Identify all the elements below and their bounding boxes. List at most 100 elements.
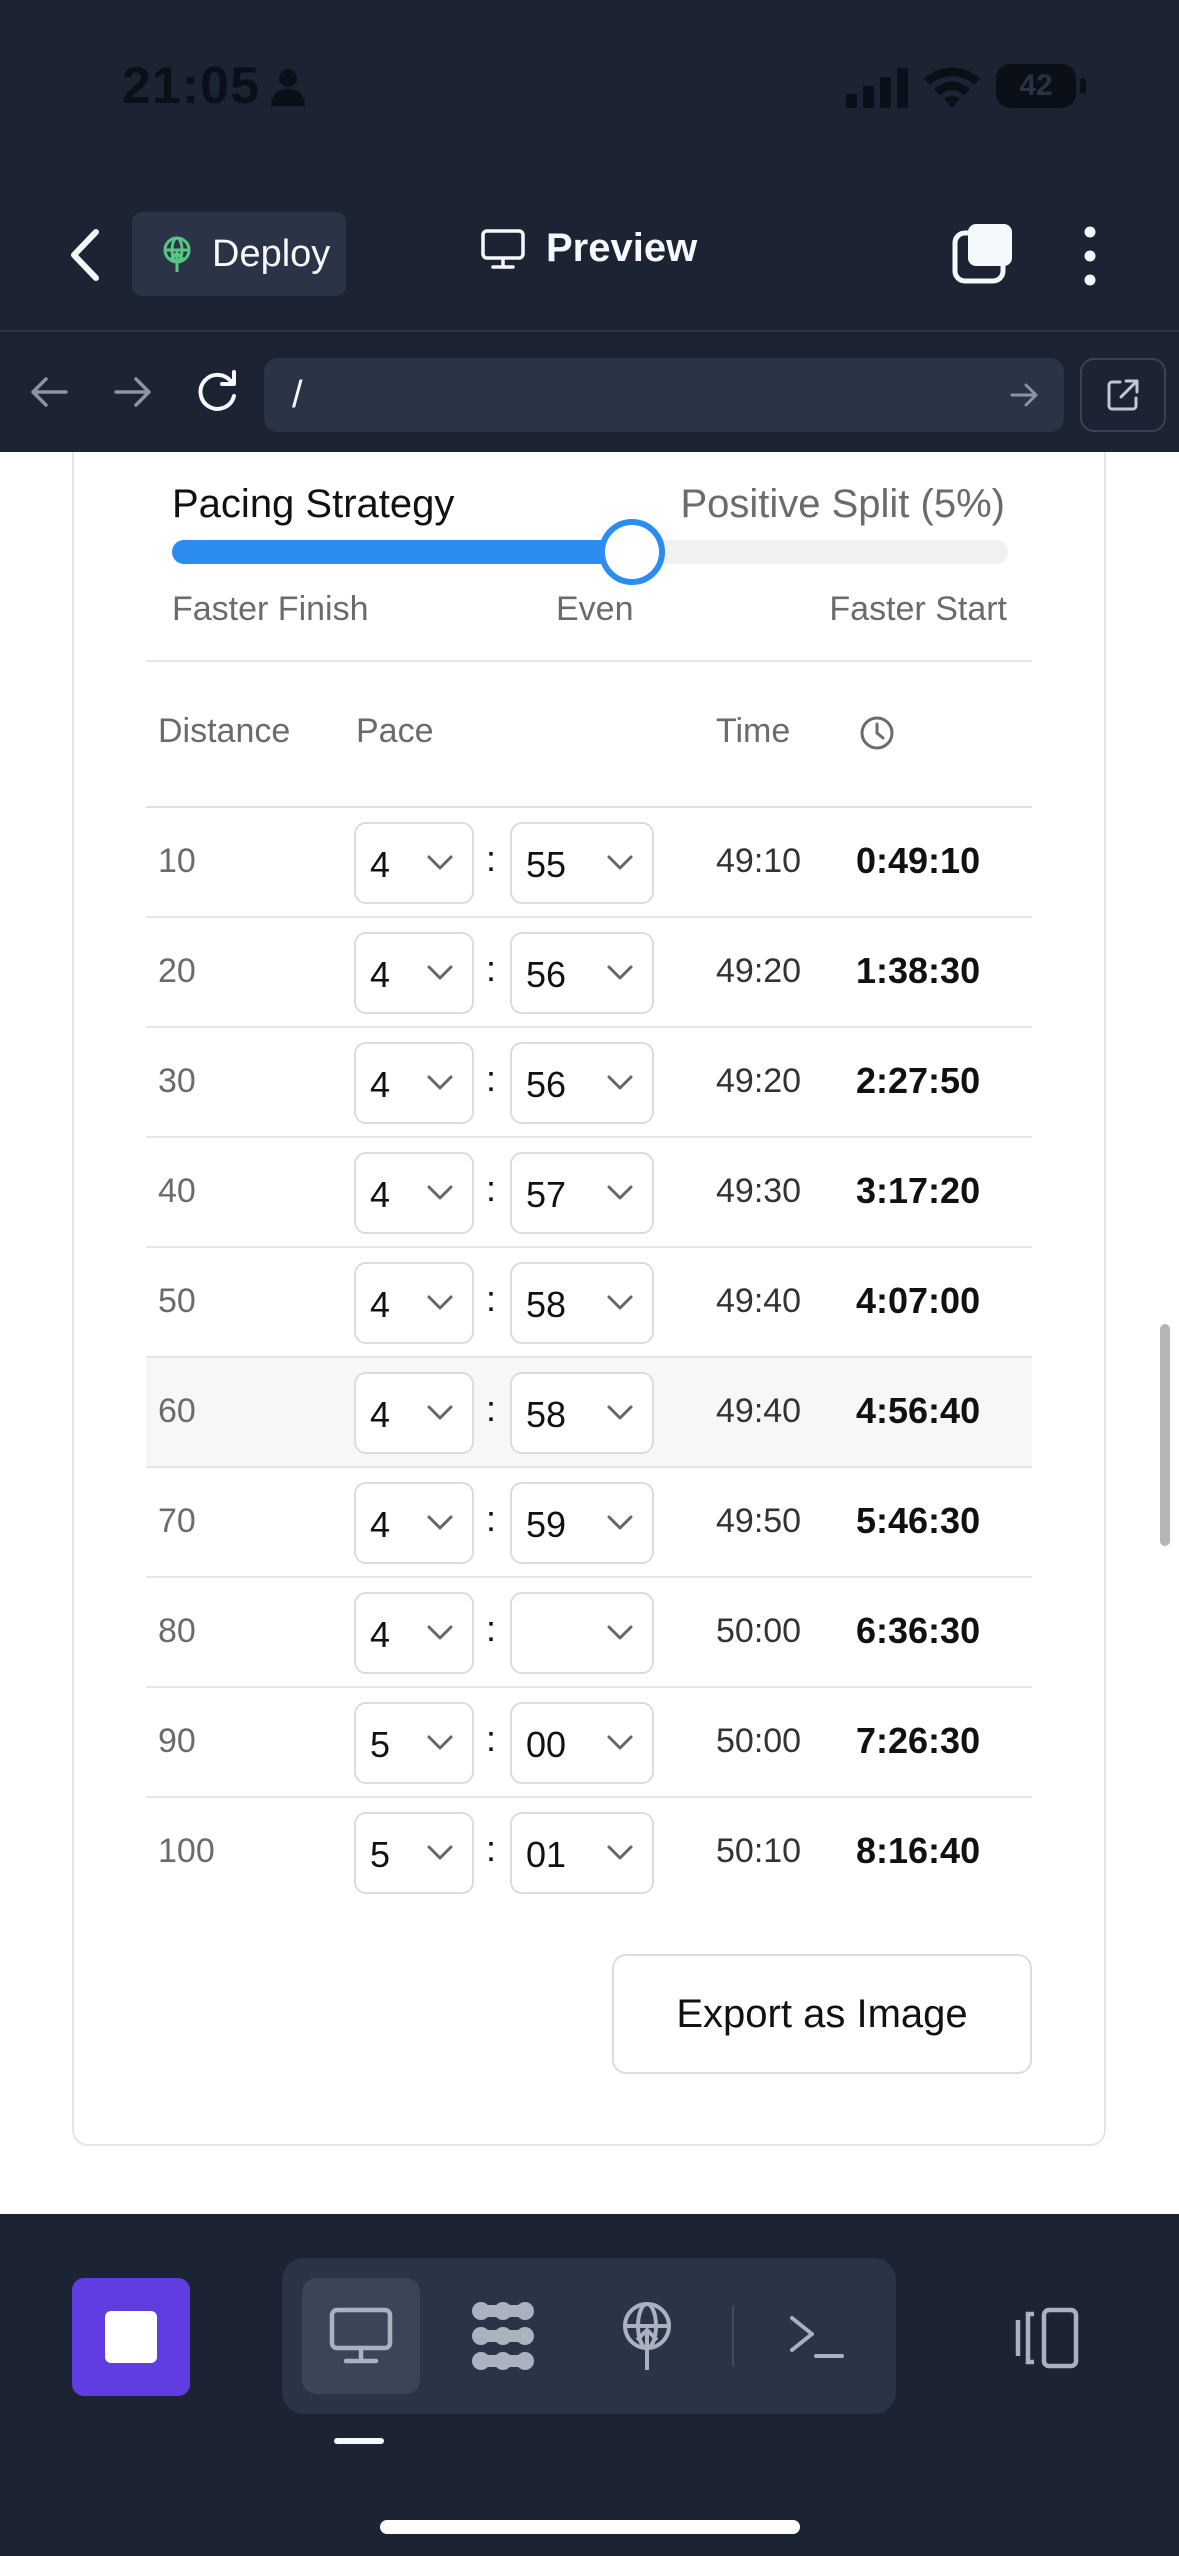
deploy-globe-icon (623, 2302, 671, 2370)
url-bar: / (0, 330, 1179, 452)
pace-minutes-select[interactable]: 4 (354, 822, 474, 904)
open-external-icon (1107, 379, 1139, 411)
url-input[interactable]: / (264, 358, 1064, 432)
panel-icon[interactable] (1010, 2306, 1082, 2370)
header-distance: Distance (158, 712, 291, 750)
pace-seconds-select[interactable]: 58 (510, 1262, 654, 1344)
go-arrow-icon[interactable] (1008, 378, 1042, 412)
kebab-icon[interactable] (1070, 224, 1110, 288)
split-time: 49:30 (716, 1172, 802, 1210)
pace-minutes-value: 5 (370, 1724, 391, 1765)
pace-seconds-select[interactable]: 01 (510, 1812, 654, 1894)
arrow-right-icon[interactable] (110, 372, 156, 412)
reload-icon[interactable] (192, 366, 242, 416)
export-label: Export as Image (676, 1991, 968, 2036)
pace-minutes-select[interactable]: 4 (354, 1592, 474, 1674)
dock-tab-workspace[interactable] (444, 2278, 562, 2394)
export-image-button[interactable]: Export as Image (612, 1954, 1032, 2074)
stop-button[interactable] (72, 2278, 190, 2396)
pace-colon: : (486, 1278, 497, 1319)
row-distance: 80 (158, 1612, 196, 1650)
pace-colon: : (486, 1498, 497, 1539)
pace-minutes-select[interactable]: 5 (354, 1812, 474, 1894)
pace-seconds-select[interactable]: 56 (510, 932, 654, 1014)
pace-minutes-select[interactable]: 4 (354, 1262, 474, 1344)
tabs-icon[interactable] (952, 222, 1014, 284)
pace-minutes-value: 4 (370, 954, 391, 995)
web-preview-content: Pacing Strategy Positive Split (5%) Fast… (0, 452, 1179, 2214)
row-distance: 50 (158, 1282, 196, 1320)
split-time: 49:40 (716, 1282, 802, 1320)
pace-seconds-value: 56 (526, 954, 567, 995)
pace-seconds-select[interactable]: 55 (510, 822, 654, 904)
preview-title[interactable]: Preview (480, 226, 697, 271)
open-external-button[interactable] (1080, 358, 1166, 432)
pace-seconds-select[interactable]: 00 (510, 1702, 654, 1784)
pace-minutes-select[interactable]: 4 (354, 1042, 474, 1124)
cumulative-time: 2:27:50 (856, 1060, 981, 1101)
table-row: 70 4:59 49:50 5:46:30 (146, 1468, 1032, 1578)
dock-tab-shell[interactable] (758, 2278, 876, 2394)
pace-seconds-value: 57 (526, 1174, 567, 1215)
wifi-icon (924, 67, 980, 108)
person-icon (271, 69, 305, 106)
cumulative-time: 1:38:30 (856, 950, 981, 991)
stop-icon (105, 2311, 157, 2363)
chevron-down-icon (607, 965, 633, 980)
pace-seconds-select[interactable]: 59 (510, 1482, 654, 1564)
dock-tab-preview[interactable] (302, 2278, 420, 2394)
dock-tab-group (282, 2258, 896, 2414)
pace-minutes-select[interactable]: 4 (354, 1152, 474, 1234)
pace-seconds-select[interactable]: 57 (510, 1152, 654, 1234)
app-toolbar: Deploy Preview (0, 180, 1179, 330)
pacing-strategy-value: Positive Split (5%) (680, 482, 1005, 526)
monitor-icon (481, 228, 525, 269)
pace-seconds-value: 58 (526, 1394, 567, 1435)
table-row: 10 4:55 49:10 0:49:10 (146, 808, 1032, 918)
row-distance: 40 (158, 1172, 196, 1210)
pace-minutes-select[interactable]: 4 (354, 1372, 474, 1454)
chevron-down-icon (427, 1075, 453, 1090)
terminal-icon (790, 2316, 844, 2358)
pace-colon: : (486, 1718, 497, 1759)
chevron-down-icon (607, 1405, 633, 1420)
preview-label: Preview (546, 226, 698, 270)
pace-minutes-value: 4 (370, 1064, 391, 1105)
cumulative-time: 0:49:10 (856, 840, 981, 881)
chevron-down-icon (427, 1185, 453, 1200)
split-time: 50:00 (716, 1612, 802, 1650)
row-distance: 90 (158, 1722, 196, 1760)
chevron-down-icon (607, 855, 633, 870)
pace-seconds-select[interactable] (510, 1592, 654, 1674)
table-row: 40 4:57 49:30 3:17:20 (146, 1138, 1032, 1248)
pace-seconds-select[interactable]: 56 (510, 1042, 654, 1124)
split-time: 49:20 (716, 1062, 802, 1100)
deploy-label: Deploy (212, 232, 331, 275)
pacing-slider-thumb[interactable] (598, 519, 665, 585)
dock-tab-deploy[interactable] (588, 2278, 706, 2394)
deploy-button[interactable]: Deploy (132, 212, 346, 296)
pace-colon: : (486, 1168, 497, 1209)
pace-colon: : (486, 1608, 497, 1649)
pace-minutes-select[interactable]: 4 (354, 932, 474, 1014)
row-distance: 10 (158, 842, 196, 880)
cellular-signal-icon (846, 68, 908, 108)
pace-colon: : (486, 838, 497, 879)
cumulative-time: 5:46:30 (856, 1500, 981, 1541)
pacing-slider[interactable] (172, 519, 1008, 585)
scrollbar[interactable] (1160, 1324, 1170, 1546)
pace-minutes-select[interactable]: 5 (354, 1702, 474, 1784)
chevron-down-icon (427, 1515, 453, 1530)
arrow-left-icon[interactable] (26, 372, 72, 412)
home-indicator[interactable] (380, 2520, 800, 2534)
pace-minutes-value: 4 (370, 1284, 391, 1325)
table-row: 90 5:00 50:00 7:26:30 (146, 1688, 1032, 1798)
chevron-down-icon (607, 1845, 633, 1860)
label-faster-start: Faster Start (829, 590, 1007, 628)
chevron-left-icon[interactable] (62, 222, 108, 288)
pace-seconds-select[interactable]: 58 (510, 1372, 654, 1454)
grid-icon (472, 2302, 534, 2370)
chevron-down-icon (427, 965, 453, 980)
pace-colon: : (486, 1058, 497, 1099)
pace-minutes-select[interactable]: 4 (354, 1482, 474, 1564)
